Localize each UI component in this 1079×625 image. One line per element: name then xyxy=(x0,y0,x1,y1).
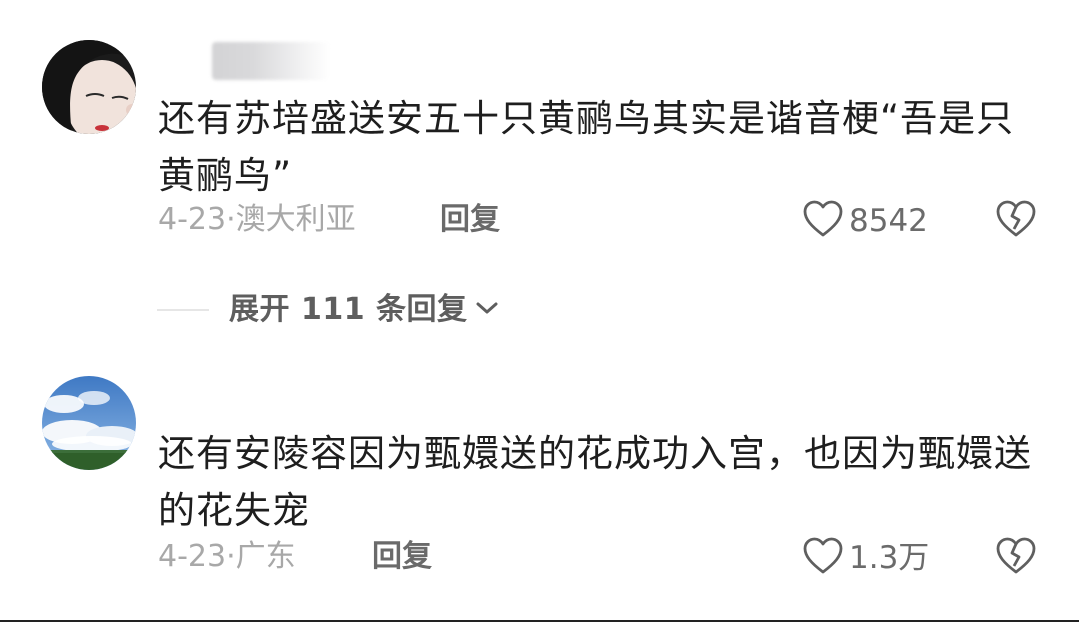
bottom-divider xyxy=(0,620,1079,622)
reply-button[interactable]: 回复 xyxy=(372,537,432,577)
comment-date: 4-23 xyxy=(158,539,227,574)
comment-location: 广东 xyxy=(235,539,296,574)
comment-meta: 4-23·广东 xyxy=(158,537,296,577)
avatar-image xyxy=(42,376,136,470)
broken-heart-icon xyxy=(996,537,1036,579)
like-count: 1.3万 xyxy=(849,540,930,576)
heart-outline-icon xyxy=(803,537,843,579)
meta-separator: · xyxy=(226,539,236,574)
comment-text: 还有安陵容因为甄嬛送的花成功入宫，也因为甄嬛送的花失宠 xyxy=(158,432,1032,532)
like-button[interactable]: 1.3万 xyxy=(803,537,929,579)
dislike-button[interactable] xyxy=(996,537,1036,579)
avatar[interactable] xyxy=(42,376,136,470)
comment-item: 还有安陵容因为甄嬛送的花成功入宫，也因为甄嬛送的花失宠 4-23·广东 回复 1… xyxy=(0,0,1079,620)
